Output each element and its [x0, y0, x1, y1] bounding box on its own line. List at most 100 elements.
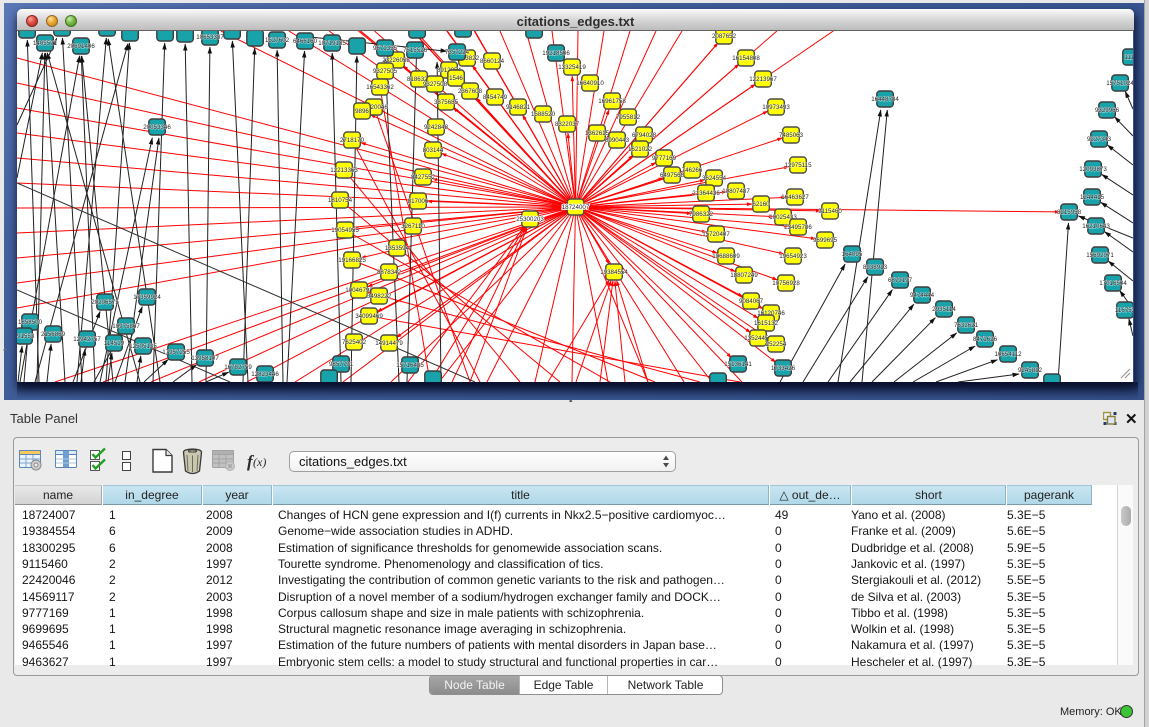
- svg-text:16543362: 16543362: [366, 84, 394, 91]
- svg-text:2935114: 2935114: [932, 306, 956, 313]
- svg-text:19654923: 19654923: [779, 253, 807, 260]
- svg-text:1615132: 1615132: [754, 320, 779, 327]
- svg-text:19218506: 19218506: [542, 50, 570, 57]
- svg-text:12975115: 12975115: [784, 162, 812, 169]
- svg-text:3267110: 3267110: [401, 223, 425, 230]
- svg-text:13958107: 13958107: [191, 355, 219, 362]
- svg-text:16961758: 16961758: [598, 98, 626, 105]
- svg-text:17957255: 17957255: [162, 349, 190, 356]
- svg-text:817006: 817006: [408, 198, 429, 205]
- svg-text:20053346: 20053346: [143, 124, 171, 131]
- svg-text:18807249: 18807249: [730, 272, 758, 279]
- svg-text:2087652: 2087652: [712, 33, 737, 40]
- svg-text:9896: 9896: [355, 108, 369, 115]
- svg-text:10653387: 10653387: [196, 34, 224, 41]
- svg-text:9327508: 9327508: [423, 81, 448, 88]
- svg-text:10756928: 10756928: [772, 280, 800, 287]
- svg-text:7625402: 7625402: [342, 339, 367, 346]
- svg-text:9242848: 9242848: [424, 124, 449, 131]
- svg-text:1527602: 1527602: [265, 37, 290, 44]
- svg-text:12213363: 12213363: [330, 167, 358, 174]
- svg-text:10973493: 10973493: [762, 104, 790, 111]
- svg-text:8471626: 8471626: [973, 336, 998, 343]
- svg-text:14914479: 14914479: [375, 340, 403, 347]
- svg-text:62160: 62160: [752, 201, 770, 208]
- svg-text:1621022: 1621022: [628, 146, 653, 153]
- svg-text:164095: 164095: [842, 251, 863, 258]
- svg-text:10975867: 10975867: [112, 323, 140, 330]
- svg-text:8454749: 8454749: [483, 94, 508, 101]
- svg-text:10654112: 10654112: [994, 351, 1022, 358]
- svg-text:16782759: 16782759: [224, 364, 252, 371]
- svg-text:2156869: 2156869: [41, 331, 66, 338]
- svg-text:6879197: 6879197: [888, 277, 913, 284]
- svg-text:8878342: 8878342: [377, 269, 402, 276]
- svg-text:15716485: 15716485: [396, 362, 424, 369]
- svg-text:7955812: 7955812: [616, 114, 641, 121]
- svg-text:18724007: 18724007: [562, 204, 590, 211]
- svg-text:12505135: 12505135: [129, 343, 157, 350]
- svg-text:10807487: 10807487: [722, 188, 750, 195]
- svg-text:9777169: 9777169: [652, 155, 677, 162]
- svg-text:1362615: 1362615: [585, 130, 610, 137]
- svg-text:23495786: 23495786: [784, 224, 812, 231]
- svg-text:8322037: 8322037: [555, 121, 580, 128]
- svg-text:1733426: 1733426: [771, 365, 796, 372]
- svg-text:19166825: 19166825: [338, 257, 366, 264]
- svg-text:7632621: 7632621: [954, 322, 979, 329]
- svg-text:9146821: 9146821: [506, 104, 531, 111]
- svg-text:1546: 1546: [449, 75, 463, 82]
- svg-text:6497568: 6497568: [660, 172, 685, 179]
- svg-text:9227343: 9227343: [1087, 136, 1112, 143]
- svg-text:10688609: 10688609: [712, 253, 740, 260]
- svg-text:1588520: 1588520: [531, 111, 556, 118]
- svg-text:1244415: 1244415: [1080, 194, 1105, 201]
- svg-text:114519: 114519: [104, 340, 125, 347]
- svg-text:8215958: 8215958: [1057, 209, 1082, 216]
- svg-text:6794028: 6794028: [632, 132, 657, 139]
- svg-text:9329966: 9329966: [1095, 107, 1120, 114]
- svg-text:7485063: 7485063: [779, 132, 804, 139]
- svg-text:12093873: 12093873: [1079, 166, 1107, 173]
- svg-text:15720407: 15720407: [702, 231, 730, 238]
- svg-text:17359924: 17359924: [133, 294, 161, 301]
- svg-text:9474444: 9474444: [910, 292, 935, 299]
- svg-text:746266: 746266: [682, 167, 703, 174]
- svg-text:15136141: 15136141: [724, 361, 752, 368]
- svg-text:10719185: 10719185: [318, 40, 346, 47]
- svg-text:1858500: 1858500: [18, 319, 43, 326]
- svg-text:8938913: 8938913: [863, 264, 888, 271]
- svg-text:12213967: 12213967: [749, 76, 777, 83]
- svg-text:25300203: 25300203: [516, 216, 544, 223]
- svg-text:9245812: 9245812: [1018, 367, 1043, 374]
- svg-text:252254: 252254: [766, 341, 787, 348]
- svg-text:8427552: 8427552: [411, 174, 436, 181]
- svg-text:3875685: 3875685: [434, 99, 459, 106]
- svg-text:19384554: 19384554: [600, 269, 628, 276]
- svg-text:7986322: 7986322: [689, 211, 714, 218]
- svg-text:17016504: 17016504: [1099, 280, 1127, 287]
- svg-text:9699695: 9699695: [813, 237, 838, 244]
- svg-text:1810754: 1810754: [328, 197, 353, 204]
- svg-text:15692971: 15692971: [1086, 252, 1114, 259]
- svg-text:803144: 803144: [423, 147, 444, 154]
- svg-text:9115460: 9115460: [818, 208, 842, 215]
- svg-text:9084067: 9084067: [739, 298, 764, 305]
- svg-text:9857791: 9857791: [329, 361, 354, 368]
- svg-text:12942757: 12942757: [73, 336, 101, 343]
- svg-text:16463627: 16463627: [781, 194, 809, 201]
- svg-text:16448784: 16448784: [871, 96, 899, 103]
- svg-text:13325419: 13325419: [558, 64, 586, 71]
- svg-text:1353594: 1353594: [385, 245, 410, 252]
- svg-text:3624554: 3624554: [702, 175, 727, 182]
- svg-text:391553: 391553: [17, 333, 35, 340]
- svg-text:34099469: 34099469: [355, 313, 383, 320]
- svg-text:16210643: 16210643: [1082, 223, 1110, 230]
- svg-text:7357224: 7357224: [445, 49, 470, 56]
- svg-text:(x): (x): [253, 455, 266, 469]
- svg-text:7515526: 7515526: [403, 47, 428, 54]
- svg-text:116753: 116753: [1115, 307, 1133, 314]
- svg-text:2718170: 2718170: [340, 137, 365, 144]
- svg-text:19054955: 19054955: [331, 227, 359, 234]
- svg-text:1112: 1112: [1125, 54, 1133, 61]
